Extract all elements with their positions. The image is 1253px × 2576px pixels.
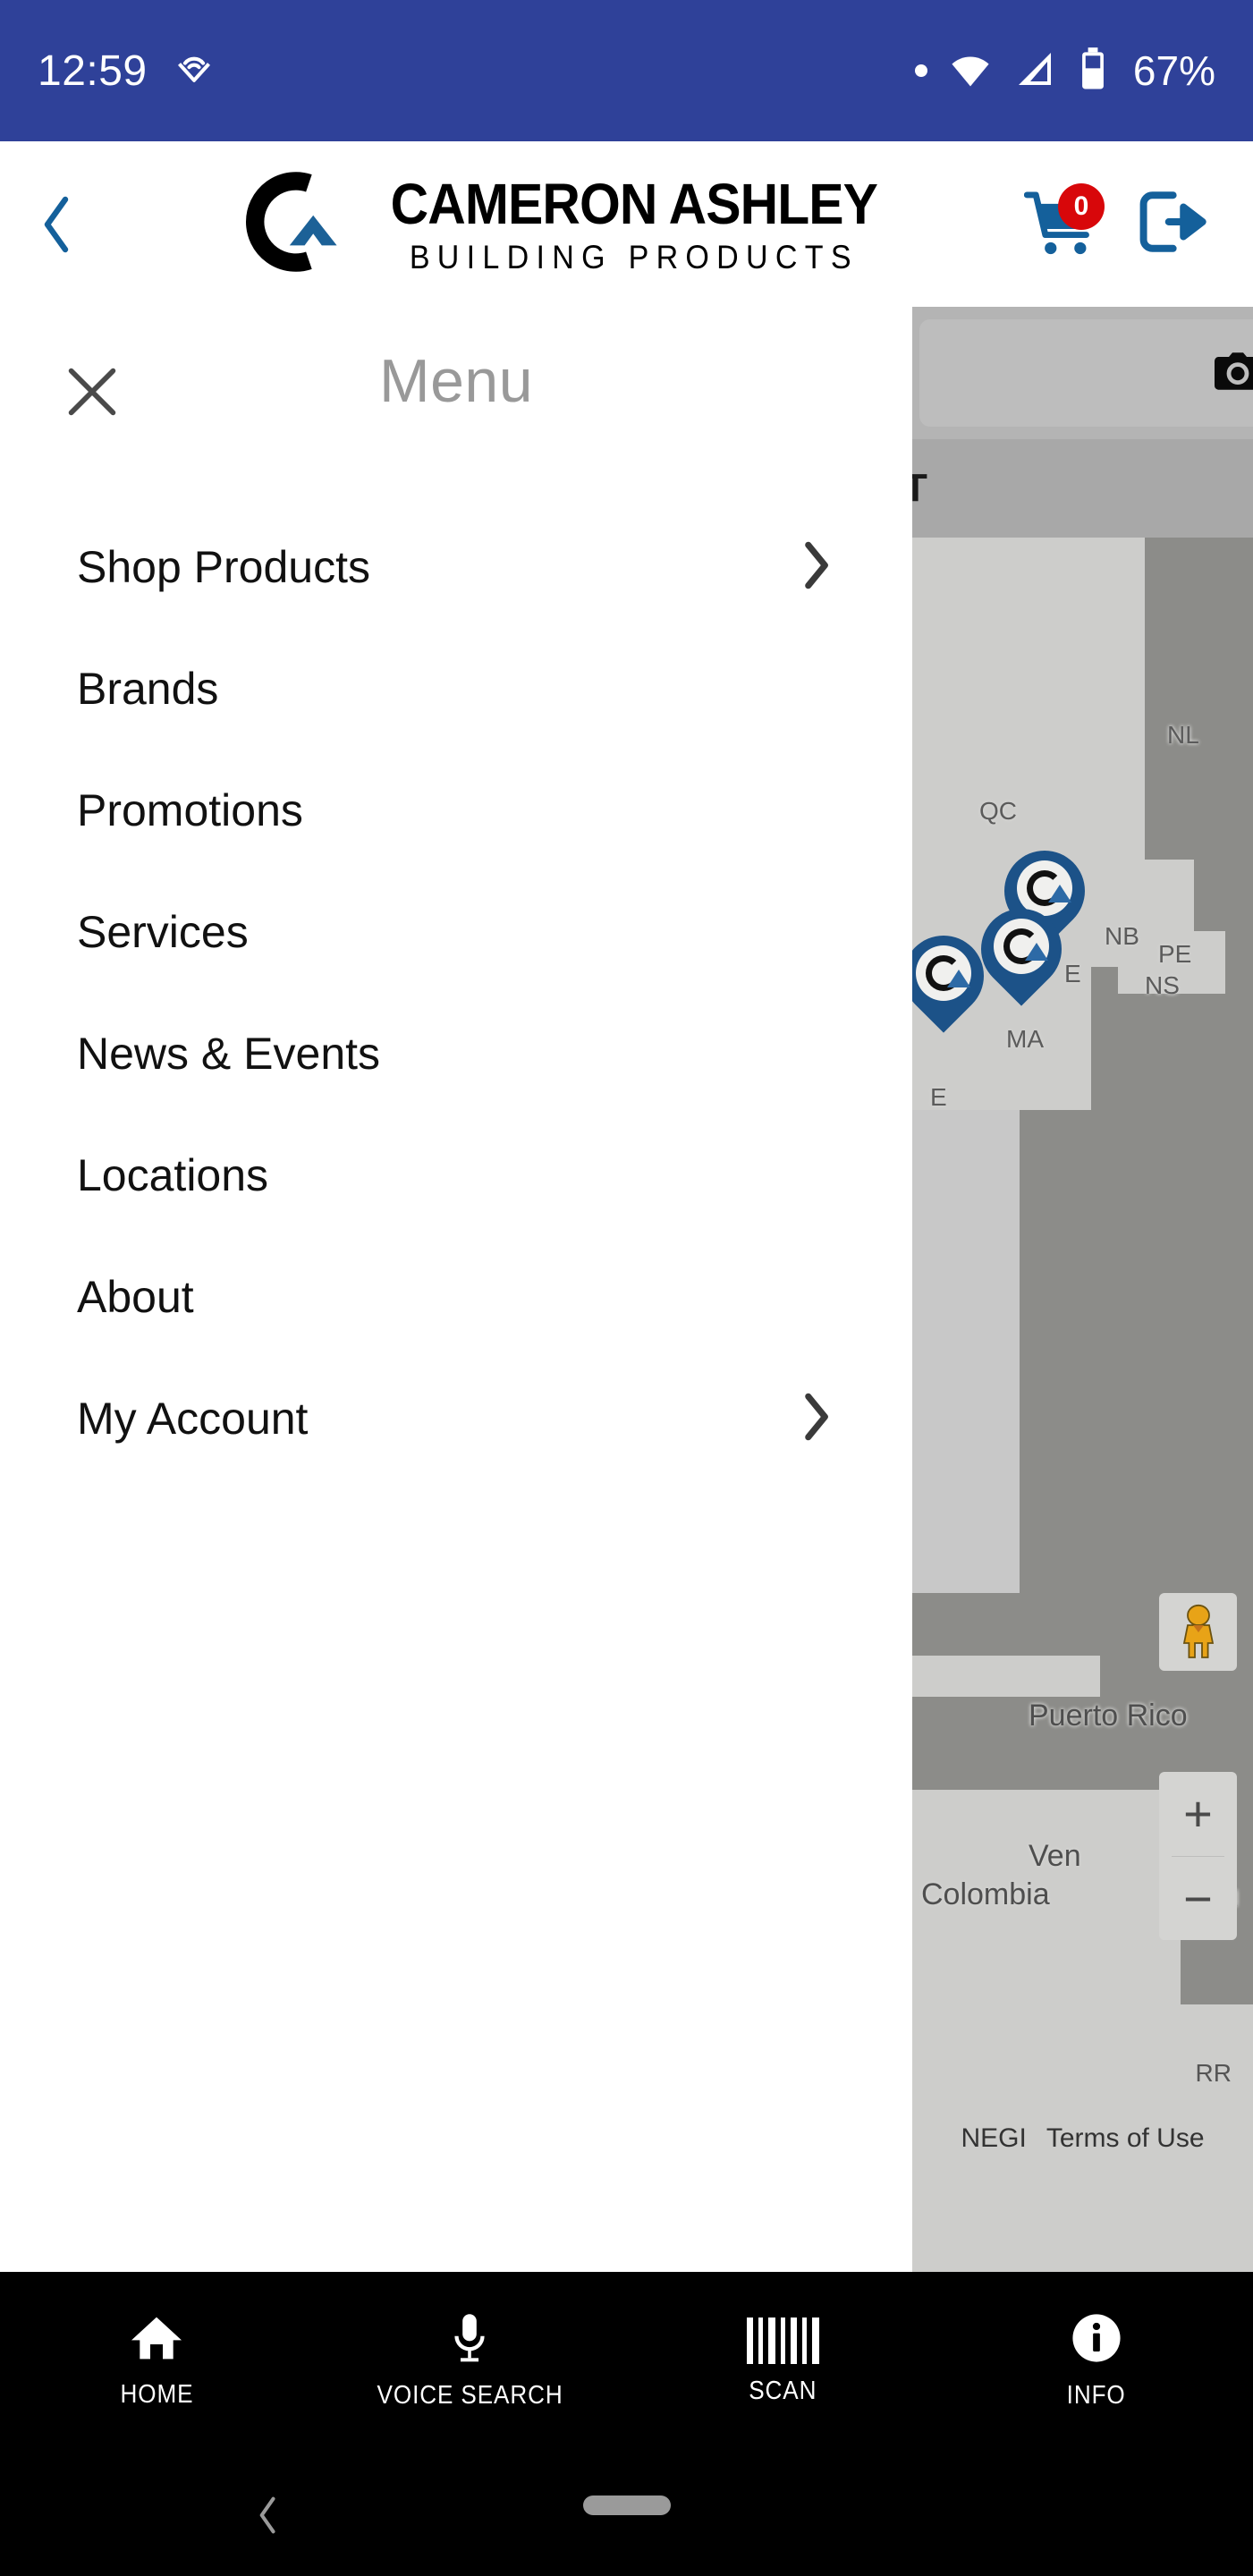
android-home-handle[interactable] bbox=[582, 2496, 671, 2515]
menu-item[interactable]: About bbox=[0, 1236, 912, 1358]
home-icon bbox=[129, 2313, 184, 2368]
map-search-bar[interactable] bbox=[919, 319, 1253, 427]
chevron-right-icon bbox=[796, 539, 835, 596]
chevron-right-icon bbox=[796, 1391, 835, 1447]
menu-item-label: Promotions bbox=[77, 785, 303, 835]
map-result-strip: T bbox=[912, 439, 1253, 538]
bottom-nav-home[interactable]: HOME bbox=[0, 2313, 313, 2410]
pin-logo-icon bbox=[994, 919, 1049, 974]
brand-logo-text: CAMERON ASHLEY BUILDING PRODUCTS bbox=[369, 175, 899, 274]
map-attribution: NEGI Terms of Use bbox=[912, 2123, 1253, 2154]
menu-item-label: My Account bbox=[77, 1394, 309, 1444]
menu-item[interactable]: My Account bbox=[0, 1358, 912, 1479]
locations-map[interactable]: T NLQCNBPENSMAEEPuerto RicoVenGuColombia bbox=[912, 307, 1253, 2272]
cart-badge-count: 0 bbox=[1058, 182, 1105, 230]
bottom-nav-info[interactable]: INFO bbox=[940, 2312, 1253, 2411]
drawer-title: Menu bbox=[378, 347, 534, 415]
map-region-label: QC bbox=[979, 797, 1017, 825]
map-region-label: MA bbox=[1006, 1025, 1044, 1053]
camera-icon[interactable] bbox=[1213, 352, 1253, 397]
wifi-icon bbox=[947, 46, 994, 97]
pin-logo-icon bbox=[916, 945, 971, 1001]
bottom-nav-voice-search[interactable]: VOICE SEARCH bbox=[313, 2312, 626, 2411]
drawer-menu-list: Shop Products Brands Promotions Services New… bbox=[0, 499, 912, 1479]
header-actions: 0 bbox=[1023, 182, 1253, 262]
drawer-header: Menu bbox=[0, 307, 912, 499]
info-circle-icon bbox=[1071, 2312, 1122, 2368]
cellular-signal-icon bbox=[1013, 47, 1056, 95]
cart-button[interactable]: 0 bbox=[1023, 182, 1105, 260]
map-region-label: Ven bbox=[1029, 1839, 1081, 1873]
audible-icon bbox=[174, 49, 214, 93]
map-zoom-controls[interactable]: + − bbox=[1159, 1772, 1237, 1940]
map-region-label: E bbox=[930, 1083, 947, 1111]
map-region-label: Colombia bbox=[921, 1877, 1050, 1911]
navigation-drawer: Menu Shop Products Brands Promotions Servic… bbox=[0, 307, 912, 2272]
logout-button[interactable] bbox=[1133, 186, 1210, 262]
map-region-label: E bbox=[1064, 960, 1081, 987]
microphone-icon bbox=[448, 2312, 491, 2368]
map-attrib-source: NEGI bbox=[961, 2123, 1027, 2153]
menu-item-label: Shop Products bbox=[77, 542, 370, 592]
battery-percent-label: 67% bbox=[1132, 47, 1215, 94]
menu-item-label: Brands bbox=[77, 664, 219, 714]
app-root: 12:59 67% CAMERON ASHLEY BUILDING PRODUC… bbox=[0, 0, 1253, 2576]
map-corner-label: RR bbox=[1195, 2059, 1232, 2087]
bottom-navigation-bar: HOME VOICE SEARCH SCAN INFO bbox=[0, 2272, 1253, 2451]
menu-item[interactable]: Locations bbox=[0, 1114, 912, 1236]
menu-item[interactable]: Promotions bbox=[0, 750, 912, 871]
map-region-label: NL bbox=[1167, 721, 1199, 749]
cameron-ashley-logomark-icon bbox=[242, 168, 350, 280]
android-back-button[interactable] bbox=[253, 2496, 284, 2539]
menu-item[interactable]: Shop Products bbox=[0, 506, 912, 628]
status-bar-right: 67% bbox=[914, 46, 1215, 97]
map-region-label: Puerto Rico bbox=[1029, 1699, 1188, 1733]
menu-item-label: About bbox=[77, 1272, 194, 1322]
notification-dot-icon bbox=[914, 64, 927, 77]
map-strip-text: T bbox=[912, 466, 927, 510]
menu-item-label: Services bbox=[77, 907, 249, 957]
brand-logo[interactable]: CAMERON ASHLEY BUILDING PRODUCTS bbox=[116, 168, 1024, 280]
bottom-nav-voice-search-label: VOICE SEARCH bbox=[377, 2381, 563, 2410]
pegman-street-view-icon[interactable] bbox=[1159, 1593, 1237, 1671]
map-region-label: NS bbox=[1145, 971, 1180, 999]
menu-item[interactable]: Services bbox=[0, 871, 912, 993]
pin-logo-icon bbox=[1017, 860, 1072, 916]
barcode-icon bbox=[747, 2317, 820, 2364]
brand-name-line2: BUILDING PRODUCTS bbox=[409, 238, 859, 275]
menu-item-label: News & Events bbox=[77, 1029, 381, 1079]
map-terms-of-use-link[interactable]: Terms of Use bbox=[1046, 2123, 1205, 2154]
brand-name-line1: CAMERON ASHLEY bbox=[390, 171, 877, 236]
map-region-label: PE bbox=[1158, 940, 1192, 968]
header-back-button[interactable] bbox=[0, 193, 116, 256]
status-bar: 12:59 67% bbox=[0, 0, 1253, 141]
bottom-nav-scan[interactable]: SCAN bbox=[627, 2317, 940, 2406]
map-region-label: NB bbox=[1105, 922, 1139, 950]
bottom-nav-info-label: INFO bbox=[1066, 2381, 1126, 2410]
zoom-in-button[interactable]: + bbox=[1159, 1772, 1237, 1856]
status-bar-clock: 12:59 bbox=[38, 47, 148, 95]
menu-item[interactable]: Brands bbox=[0, 628, 912, 750]
status-bar-left: 12:59 bbox=[38, 47, 214, 96]
battery-icon bbox=[1076, 46, 1110, 97]
map-canvas[interactable]: NLQCNBPENSMAEEPuerto RicoVenGuColombia +… bbox=[912, 538, 1253, 2272]
bottom-nav-scan-label: SCAN bbox=[749, 2376, 817, 2405]
bottom-nav-home-label: HOME bbox=[120, 2380, 194, 2409]
menu-item[interactable]: News & Events bbox=[0, 993, 912, 1114]
zoom-out-button[interactable]: − bbox=[1159, 1857, 1237, 1941]
app-header: CAMERON ASHLEY BUILDING PRODUCTS 0 bbox=[0, 141, 1253, 307]
android-system-nav bbox=[0, 2451, 1253, 2576]
menu-item-label: Locations bbox=[77, 1150, 269, 1200]
